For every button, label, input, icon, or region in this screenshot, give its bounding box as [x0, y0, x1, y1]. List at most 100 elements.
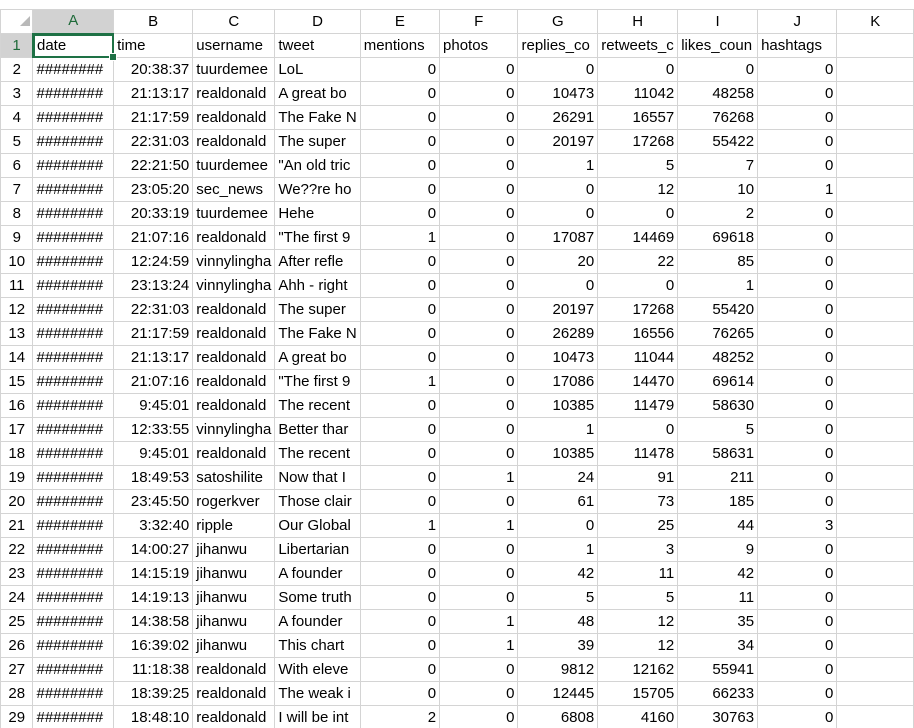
row-header[interactable]: 14 [0, 345, 34, 370]
table-cell[interactable]: 20 [517, 249, 599, 274]
row-header[interactable]: 13 [0, 321, 34, 346]
table-cell[interactable]: 1 [359, 513, 441, 538]
table-cell[interactable]: realdonald [192, 369, 276, 394]
table-cell[interactable]: 14:19:13 [113, 585, 194, 610]
table-cell[interactable]: 11 [677, 585, 759, 610]
table-cell[interactable]: realdonald [192, 681, 276, 706]
table-cell[interactable]: 0 [439, 273, 519, 298]
table-cell[interactable]: 0 [359, 153, 441, 178]
table-cell[interactable]: 58630 [677, 393, 759, 418]
table-cell[interactable]: "The first 9 [274, 225, 361, 250]
table-cell[interactable]: 17087 [517, 225, 599, 250]
row-header[interactable]: 27 [0, 657, 34, 682]
table-cell[interactable]: 0 [359, 105, 441, 130]
table-cell[interactable]: 0 [439, 441, 519, 466]
table-cell[interactable]: 0 [359, 57, 441, 82]
table-cell[interactable]: vinnylingha [192, 417, 276, 442]
table-cell[interactable]: 0 [359, 561, 441, 586]
row-header[interactable]: 19 [0, 465, 34, 490]
table-cell[interactable]: realdonald [192, 393, 276, 418]
table-cell[interactable]: The recent [274, 441, 361, 466]
table-cell[interactable]: 4160 [597, 705, 679, 728]
table-cell[interactable]: 0 [359, 489, 441, 514]
table-cell[interactable]: 42 [677, 561, 759, 586]
table-cell[interactable]: 22:31:03 [113, 129, 194, 154]
header-cell[interactable]: likes_coun [677, 33, 759, 58]
table-cell[interactable]: 0 [439, 417, 519, 442]
table-cell[interactable]: 0 [757, 633, 838, 658]
table-cell[interactable]: Hehe [274, 201, 361, 226]
table-cell[interactable]: ######## [32, 297, 115, 322]
row-header[interactable]: 7 [0, 177, 34, 202]
fill-handle[interactable] [109, 53, 117, 61]
table-cell[interactable]: 0 [757, 609, 838, 634]
table-cell[interactable]: 48258 [677, 81, 759, 106]
header-cell[interactable]: retweets_c [597, 33, 679, 58]
table-cell[interactable]: 1 [439, 513, 519, 538]
table-cell[interactable]: 0 [359, 177, 441, 202]
row-header[interactable]: 20 [0, 489, 34, 514]
table-cell[interactable]: tuurdemee [192, 201, 276, 226]
table-cell[interactable]: 1 [677, 273, 759, 298]
table-cell[interactable]: Better thar [274, 417, 361, 442]
table-cell[interactable] [836, 129, 914, 154]
table-cell[interactable]: 17086 [517, 369, 599, 394]
table-cell[interactable]: With eleve [274, 657, 361, 682]
row-header[interactable]: 24 [0, 585, 34, 610]
column-header-h[interactable]: H [597, 9, 679, 34]
table-cell[interactable]: ######## [32, 321, 115, 346]
table-cell[interactable]: ######## [32, 81, 115, 106]
table-cell[interactable]: 0 [359, 81, 441, 106]
table-cell[interactable]: 0 [439, 81, 519, 106]
table-cell[interactable] [836, 369, 914, 394]
table-cell[interactable]: This chart [274, 633, 361, 658]
table-cell[interactable]: 7 [677, 153, 759, 178]
table-cell[interactable]: 12162 [597, 657, 679, 682]
table-cell[interactable]: 0 [359, 249, 441, 274]
table-cell[interactable]: 76265 [677, 321, 759, 346]
header-cell[interactable]: tweet [274, 33, 361, 58]
table-cell[interactable]: 0 [517, 513, 599, 538]
table-cell[interactable]: ######## [32, 105, 115, 130]
row-header[interactable]: 5 [0, 129, 34, 154]
row-header[interactable]: 11 [0, 273, 34, 298]
table-cell[interactable]: 0 [439, 57, 519, 82]
table-cell[interactable]: 61 [517, 489, 599, 514]
table-cell[interactable]: 0 [757, 393, 838, 418]
table-cell[interactable]: 30763 [677, 705, 759, 728]
table-cell[interactable]: 0 [517, 57, 599, 82]
table-cell[interactable]: ######## [32, 225, 115, 250]
table-cell[interactable]: 0 [439, 369, 519, 394]
table-cell[interactable]: 12445 [517, 681, 599, 706]
table-cell[interactable]: 0 [597, 57, 679, 82]
table-cell[interactable]: 10385 [517, 441, 599, 466]
table-cell[interactable]: The Fake N [274, 321, 361, 346]
table-cell[interactable]: 0 [359, 417, 441, 442]
table-cell[interactable]: After refle [274, 249, 361, 274]
table-cell[interactable]: 0 [439, 321, 519, 346]
table-cell[interactable]: 1 [439, 609, 519, 634]
table-cell[interactable]: ######## [32, 537, 115, 562]
column-header-g[interactable]: G [517, 9, 599, 34]
table-cell[interactable]: 0 [359, 465, 441, 490]
table-cell[interactable]: 23:13:24 [113, 273, 194, 298]
table-cell[interactable]: 16:39:02 [113, 633, 194, 658]
table-cell[interactable]: Libertarian [274, 537, 361, 562]
row-header[interactable]: 16 [0, 393, 34, 418]
table-cell[interactable]: ######## [32, 609, 115, 634]
table-cell[interactable]: 1 [359, 369, 441, 394]
table-cell[interactable]: 0 [439, 297, 519, 322]
table-cell[interactable]: 0 [517, 177, 599, 202]
table-cell[interactable]: 0 [757, 681, 838, 706]
table-cell[interactable]: 0 [757, 561, 838, 586]
table-cell[interactable]: 0 [757, 57, 838, 82]
header-cell[interactable]: mentions [359, 33, 441, 58]
table-cell[interactable]: I will be int [274, 705, 361, 728]
table-cell[interactable]: 48252 [677, 345, 759, 370]
table-cell[interactable]: 21:13:17 [113, 81, 194, 106]
row-header[interactable]: 8 [0, 201, 34, 226]
table-cell[interactable]: 17268 [597, 129, 679, 154]
table-cell[interactable]: 2 [359, 705, 441, 728]
table-cell[interactable]: The super [274, 129, 361, 154]
row-header[interactable]: 15 [0, 369, 34, 394]
